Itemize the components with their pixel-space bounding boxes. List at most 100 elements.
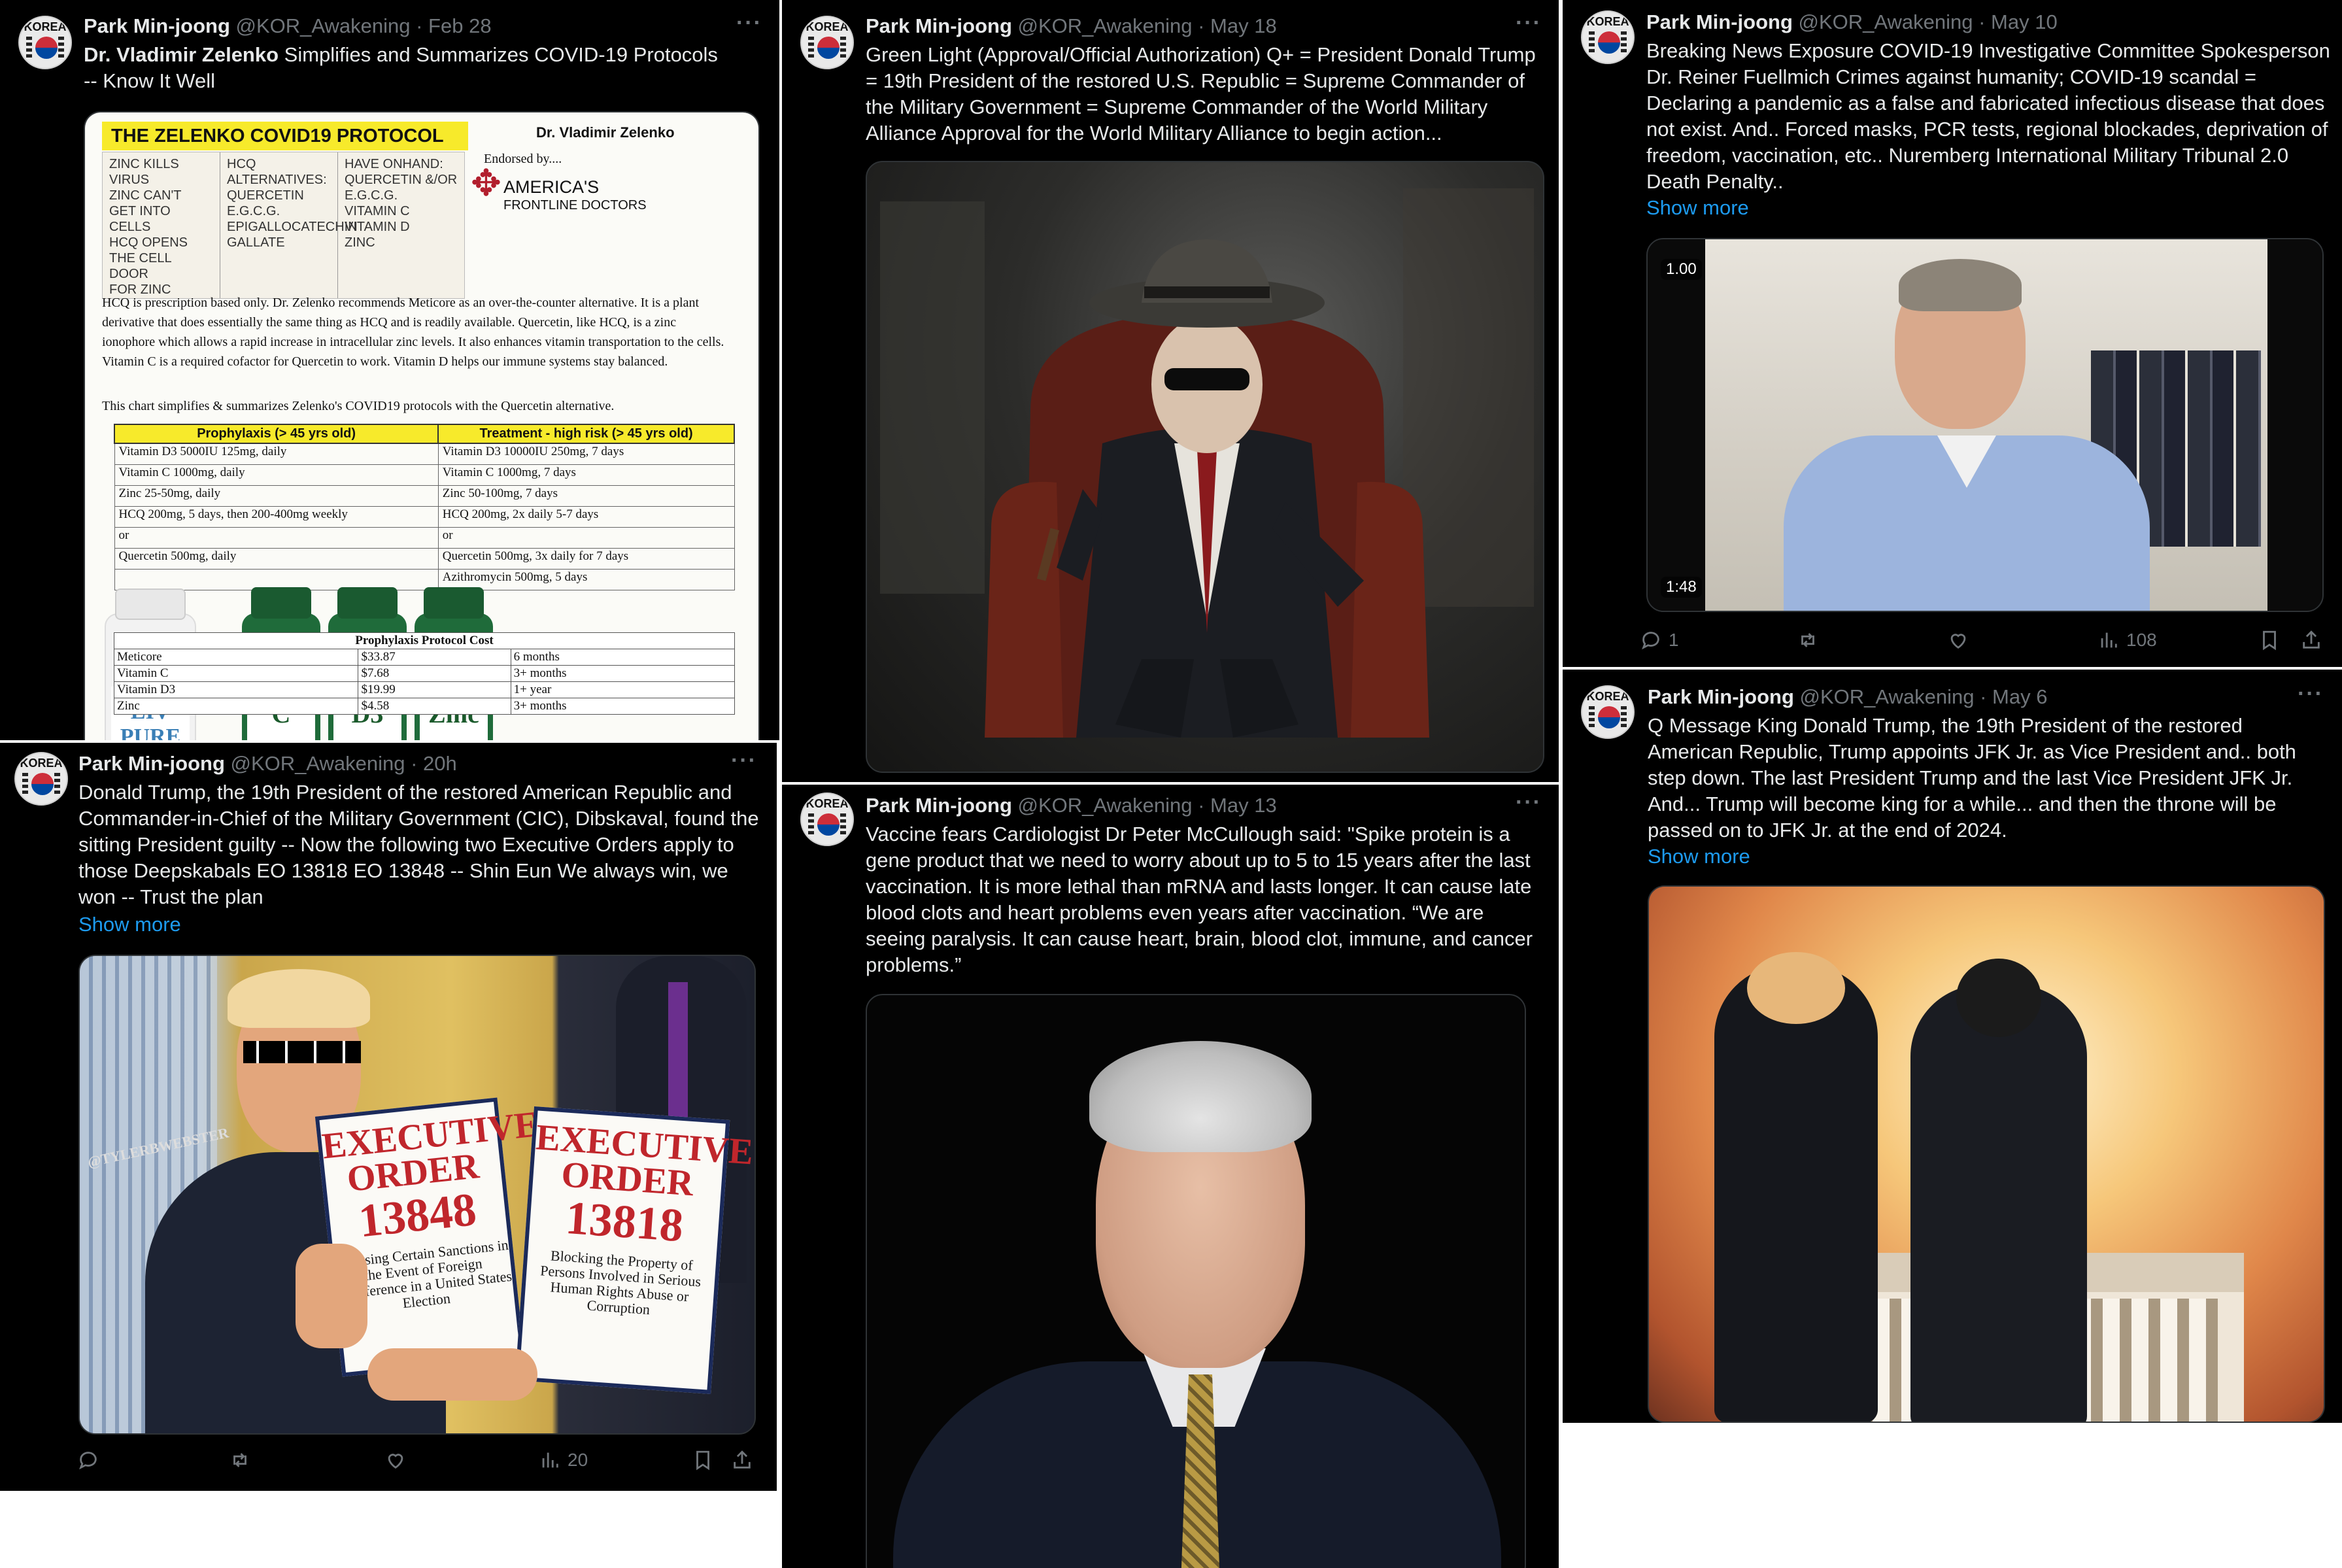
retweet-button[interactable] [229,1449,251,1471]
logo-line: AMERICA'S [503,177,600,197]
author-name[interactable]: Park Min-joong [866,794,1012,817]
tweet-date[interactable]: · 20h [411,752,457,775]
author-handle[interactable]: @KOR_Awakening [1799,10,1973,33]
frontline-doctors-logo: ✥ AMERICA'S FRONTLINE DOCTORS [471,165,647,214]
note-line: E.G.C.G. [345,188,398,203]
tweet-image[interactable] [866,994,1526,1568]
reply-icon [79,1452,97,1470]
pixel-sunglasses-icon [243,1041,361,1063]
author-name[interactable]: Park Min-joong [84,14,230,37]
tweet-text: Vaccine fears Cardiologist Dr Peter McCu… [866,823,1533,976]
table-cell: Quercetin 500mg, 3x daily for 7 days [437,547,735,570]
cost-cell: $4.58 [358,698,511,715]
table-cell: Vitamin D3 5000IU 125mg, daily [114,443,439,465]
avatar-text: KOREA [24,20,67,33]
author-handle[interactable]: @KOR_Awakening [1018,794,1193,817]
heart-icon [388,1454,403,1469]
reply-button[interactable]: 1 [1640,629,1679,651]
avatar[interactable]: KOREA [1581,685,1635,739]
tweet-image[interactable] [866,161,1544,773]
avatar-trigram-icon [58,37,64,59]
author-handle[interactable]: @KOR_Awakening [236,14,411,37]
avatar-trigram-icon [1589,31,1595,54]
taegeuk-icon [35,37,58,59]
author-handle[interactable]: @KOR_Awakening [1800,685,1975,708]
tweet-image[interactable] [1648,885,2325,1423]
avatar[interactable]: KOREA [800,16,854,69]
reply-count: 1 [1669,630,1679,650]
show-more-link[interactable]: Show more [1646,196,1749,220]
table-cell: Zinc 25-50mg, daily [114,485,439,507]
tweet-king[interactable]: KOREA Park Min-joong @KOR_Awakening · Ma… [1563,670,2342,1423]
retweet-button[interactable] [1797,629,1819,651]
views-button[interactable]: 108 [2097,629,2157,651]
note-line: QUERCETIN &/OR [345,173,458,187]
avatar[interactable]: KOREA [18,16,72,69]
tweet-executive-orders[interactable]: KOREA Park Min-joong @KOR_Awakening · 20… [0,743,777,1491]
share-button[interactable] [731,1449,753,1471]
protocol-title: THE ZELENKO COVID19 PROTOCOL [102,122,468,150]
tweet-date[interactable]: · May 18 [1198,14,1277,37]
eo-description: Blocking the Property of Persons Involve… [539,1247,702,1318]
tweet-image[interactable]: @TYLERBWEBSTER EXECUTIVE ORDER 13848 Imp… [78,955,756,1435]
more-dots-icon[interactable]: ··· [1516,10,1542,36]
cost-table-title: Prophylaxis Protocol Cost [114,632,735,649]
logo-line: FRONTLINE DOCTORS [503,198,647,213]
more-dots-icon[interactable]: ··· [2298,681,2324,707]
tweet-text-bold: Dr. Vladimir Zelenko [84,43,279,66]
author-name[interactable]: Park Min-joong [1648,685,1794,708]
avatar-text: KOREA [1586,690,1629,703]
show-more-link[interactable]: Show more [78,913,181,936]
more-dots-icon[interactable]: ··· [1516,790,1542,815]
author-name[interactable]: Park Min-joong [866,14,1012,37]
tweet-date[interactable]: · May 6 [1980,685,2047,708]
tweet-date[interactable]: · May 13 [1198,794,1277,817]
avatar[interactable]: KOREA [800,793,854,846]
author-handle[interactable]: @KOR_Awakening [231,752,405,775]
author-name[interactable]: Park Min-joong [78,752,225,775]
avatar-trigram-icon [54,773,60,795]
bookmark-button[interactable] [692,1449,714,1471]
author-handle[interactable]: @KOR_Awakening [1018,14,1193,37]
like-button[interactable] [1947,629,1969,651]
tweet-image[interactable]: THE ZELENKO COVID19 PROTOCOL Dr. Vladimi… [84,111,760,740]
tweet-zelenko[interactable]: KOREA Park Min-joong @KOR_Awakening · Fe… [0,0,779,740]
cost-row: Vitamin D3 $19.99 1+ year [113,681,736,698]
tweet-date[interactable]: · May 10 [1978,10,2058,33]
cost-cell: 1+ year [510,681,736,698]
avatar-trigram-icon [808,37,814,59]
tweet-video[interactable]: 1.00 1:48 [1646,238,2324,612]
bookmark-button[interactable] [2258,629,2281,651]
table-cell: Azithromycin 500mg, 5 days [437,568,735,590]
avatar-trigram-icon [22,773,28,795]
tweet-mccullough[interactable]: KOREA Park Min-joong @KOR_Awakening · Ma… [782,785,1559,1568]
show-more-link[interactable]: Show more [1648,845,1750,868]
cost-cell: 6 months [510,649,736,666]
avatar-trigram-icon [808,813,814,836]
cost-row: Meticore $33.87 6 months [113,649,736,666]
avatar[interactable]: KOREA [14,752,68,806]
retweet-icon [233,1453,246,1467]
like-button[interactable] [384,1449,407,1471]
tweet-fuellmich[interactable]: KOREA Park Min-joong @KOR_Awakening · Ma… [1563,0,2342,667]
tweet-header: Park Min-joong @KOR_Awakening · 20h [78,752,457,775]
tweet-header: Park Min-joong @KOR_Awakening · May 13 [866,794,1277,817]
table-row: Vitamin C 1000mg, daily Vitamin C 1000mg,… [114,464,735,486]
more-dots-icon[interactable]: ··· [731,748,757,774]
avatar[interactable]: KOREA [1581,10,1635,64]
tweet-date[interactable]: · Feb 28 [416,14,491,37]
views-button[interactable]: 20 [539,1449,588,1471]
cost-table: Prophylaxis Protocol Cost Meticore $33.87… [113,632,736,715]
retweet-icon [1801,633,1814,647]
taegeuk-icon [817,37,840,59]
note-line: ALTERNATIVES: [227,173,327,187]
aide-tie [668,982,688,1126]
eagle-caduceus-icon: ✥ [471,162,501,203]
more-dots-icon[interactable]: ··· [736,10,762,36]
share-button[interactable] [2300,629,2322,651]
reply-button[interactable] [77,1449,99,1471]
author-name[interactable]: Park Min-joong [1646,10,1793,33]
tweet-actions: 1 108 [1640,629,2337,655]
video-speed-badge[interactable]: 1.00 [1661,259,1702,280]
tweet-trump-chair[interactable]: KOREA Park Min-joong @KOR_Awakening · Ma… [782,0,1559,782]
